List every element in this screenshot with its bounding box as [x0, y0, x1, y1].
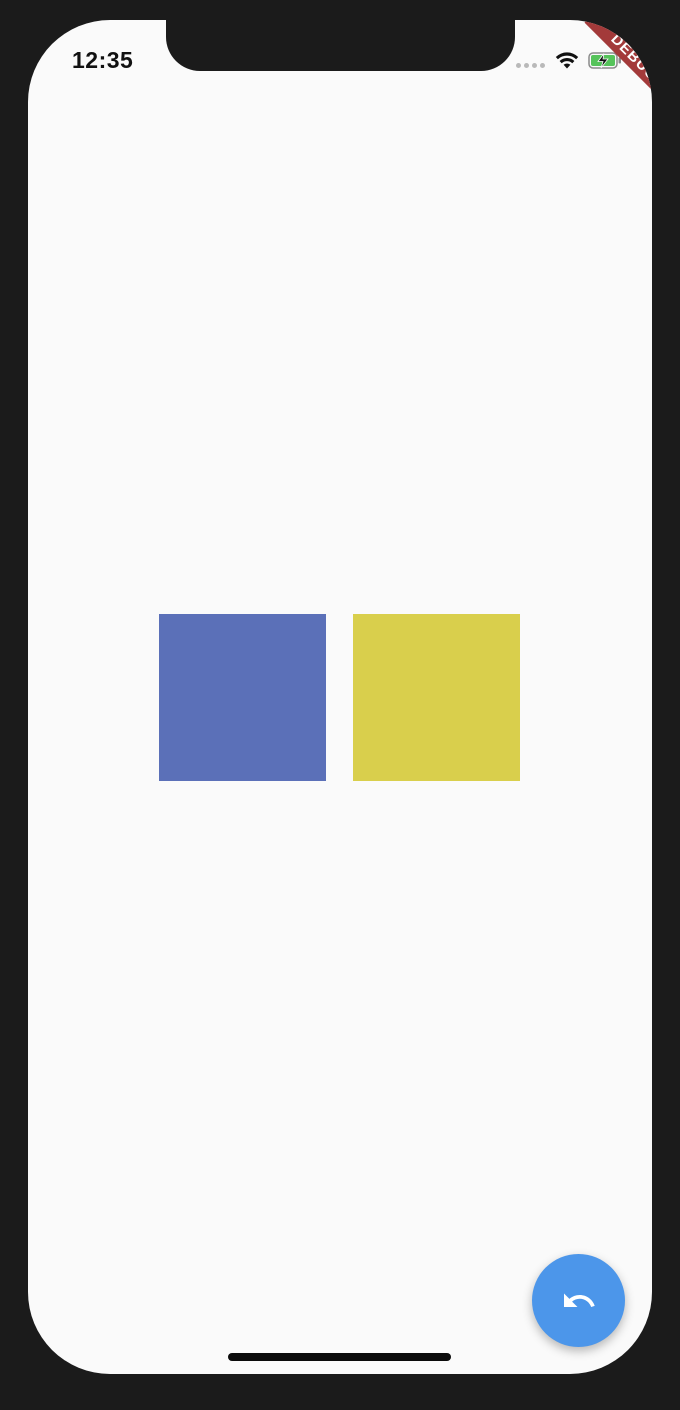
home-indicator[interactable] — [228, 1353, 451, 1361]
status-time: 12:35 — [72, 47, 134, 73]
blue-square — [159, 614, 326, 781]
debug-banner: DEBUG — [572, 20, 652, 100]
device-notch — [166, 20, 515, 71]
yellow-square — [353, 614, 520, 781]
app-screen: 12:35 DEBUG — [28, 20, 652, 1374]
undo-fab-button[interactable] — [532, 1254, 625, 1347]
debug-banner-label: DEBUG — [584, 20, 652, 100]
squares-row — [159, 614, 520, 781]
device-frame: 12:35 DEBUG — [0, 0, 680, 1410]
signal-dots-icon — [516, 63, 545, 68]
undo-icon — [563, 1293, 595, 1307]
